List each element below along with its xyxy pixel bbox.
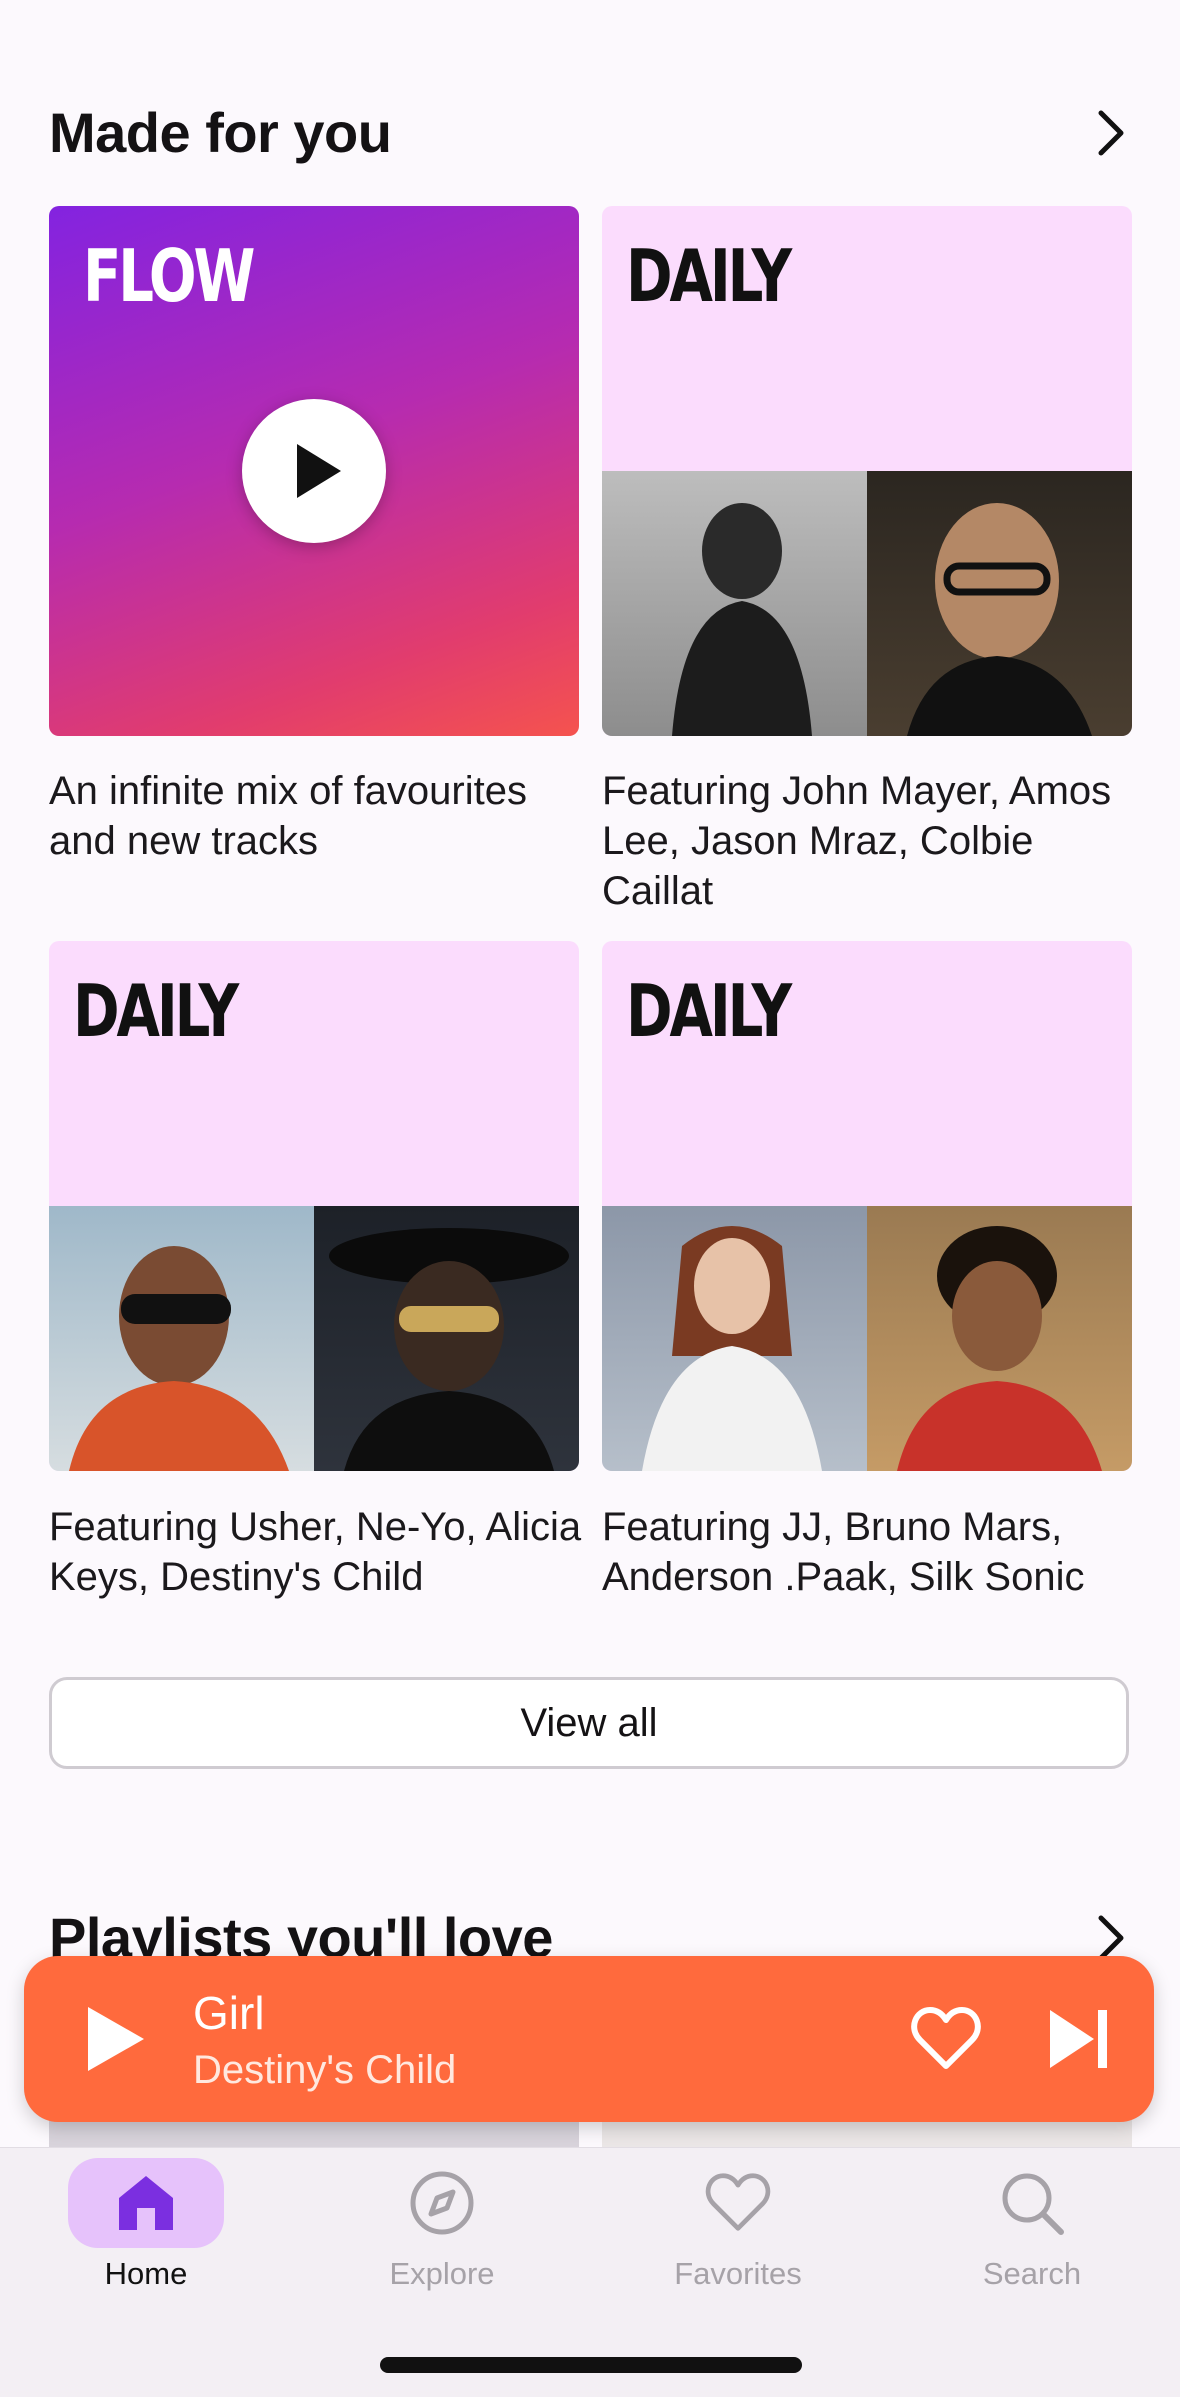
section-title: Made for you [49, 101, 392, 164]
card-caption: Featuring JJ, Bruno Mars, Anderson .Paak… [602, 1505, 1085, 1599]
daily-mix-card[interactable]: DAILY [602, 941, 1132, 1471]
home-icon [119, 2176, 173, 2230]
artist-photo [602, 471, 867, 736]
artist-photo [49, 1206, 314, 1471]
tab-label: Favorites [674, 2256, 802, 2291]
made-for-you-header[interactable]: Made for you [49, 100, 1131, 165]
card-caption: Featuring Usher, Ne-Yo, Alicia Keys, Des… [49, 1505, 582, 1599]
tab-label: Home [104, 2256, 188, 2291]
compass-icon [410, 2171, 474, 2235]
mini-player[interactable]: Girl Destiny's Child [24, 1956, 1154, 2122]
flow-logo: FLOW [83, 234, 255, 318]
daily-logo: DAILY [73, 969, 239, 1053]
skip-next-icon[interactable] [1046, 2006, 1112, 2072]
artist-photo [867, 1206, 1132, 1471]
heart-icon [705, 2173, 771, 2231]
play-icon[interactable] [78, 2003, 150, 2075]
artist-photo [602, 1206, 867, 1471]
tab-label: Explore [389, 2256, 495, 2291]
search-icon [1002, 2173, 1064, 2235]
artist-photos [602, 471, 1132, 736]
artist-photos [49, 1206, 579, 1471]
track-title: Girl [193, 1987, 265, 2039]
card-caption: An infinite mix of favourites and new tr… [49, 769, 527, 863]
card-caption: Featuring John Mayer, Amos Lee, Jason Mr… [602, 769, 1112, 913]
artist-photo [867, 471, 1132, 736]
heart-icon[interactable] [910, 2006, 982, 2072]
chevron-right-icon[interactable] [1091, 105, 1131, 161]
play-button[interactable] [242, 399, 386, 543]
track-artist: Destiny's Child [193, 2048, 457, 2092]
tab-label: Search [982, 2256, 1082, 2291]
daily-logo: DAILY [626, 234, 792, 318]
artist-photos [602, 1206, 1132, 1471]
flow-card[interactable]: FLOW [49, 206, 579, 736]
view-all-button[interactable]: View all [49, 1677, 1129, 1769]
tab-favorites[interactable]: Favorites [628, 2158, 848, 2292]
daily-mix-card[interactable]: DAILY [602, 206, 1132, 736]
play-icon [297, 444, 341, 498]
daily-logo: DAILY [626, 969, 792, 1053]
home-indicator [380, 2357, 802, 2373]
tab-home[interactable]: Home [36, 2158, 256, 2292]
artist-photo [314, 1206, 579, 1471]
daily-mix-card[interactable]: DAILY [49, 941, 579, 1471]
tab-explore[interactable]: Explore [332, 2158, 552, 2292]
tab-search[interactable]: Search [922, 2158, 1142, 2292]
